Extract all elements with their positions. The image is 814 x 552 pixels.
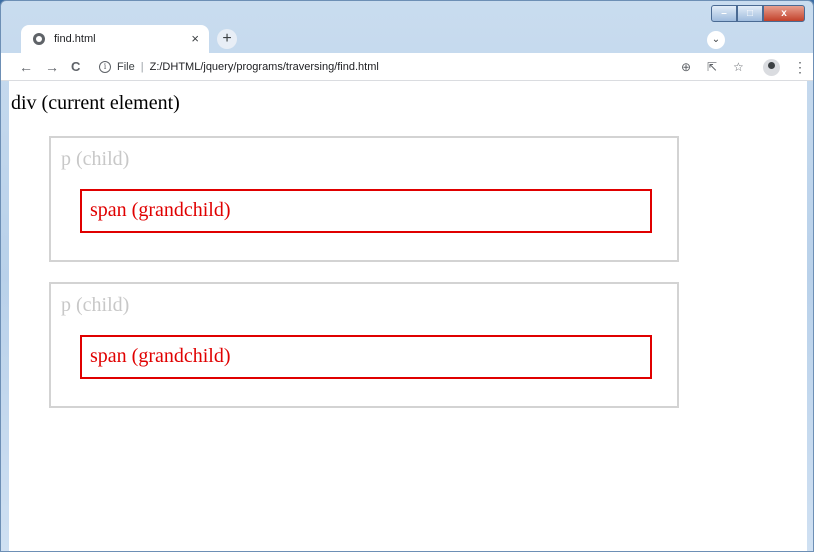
profile-avatar-icon[interactable] (763, 59, 780, 76)
page-viewport: div (current element) p (child) span (gr… (9, 81, 807, 551)
new-tab-button[interactable]: + (217, 29, 237, 49)
div-current-element-label: div (current element) (11, 92, 180, 114)
maximize-button[interactable]: □ (737, 5, 763, 22)
tab-title: find.html (54, 33, 96, 45)
span-grandchild-box-2: span (grandchild) (80, 335, 652, 379)
p-child-label: p (child) (61, 294, 130, 316)
p-child-box-2: p (child) span (grandchild) (49, 282, 679, 408)
browser-window: find.html × + ⌄ – □ x ← → C i File | Z:/… (0, 0, 814, 552)
forward-button[interactable]: → (45, 59, 59, 75)
url-separator: | (140, 61, 144, 73)
title-bar: find.html × + ⌄ – □ x (1, 1, 813, 53)
globe-icon (33, 33, 45, 45)
share-icon[interactable]: ⇱ (707, 59, 717, 75)
reload-button[interactable]: C (71, 59, 80, 75)
close-window-button[interactable]: x (763, 5, 805, 22)
info-icon[interactable]: i (99, 61, 111, 73)
tab-find-html[interactable]: find.html × (21, 25, 209, 53)
browser-toolbar: ← → C i File | Z:/DHTML/jquery/programs/… (1, 53, 813, 81)
p-child-box-1: p (child) span (grandchild) (49, 136, 679, 262)
span-grandchild-box-1: span (grandchild) (80, 189, 652, 233)
tab-search-button[interactable]: ⌄ (707, 31, 725, 49)
zoom-icon[interactable]: ⊕ (681, 59, 691, 75)
minimize-button[interactable]: – (711, 5, 737, 22)
bookmark-star-icon[interactable]: ☆ (733, 59, 744, 75)
kebab-menu-icon[interactable]: ⋮ (793, 59, 807, 75)
back-button[interactable]: ← (19, 59, 33, 75)
window-controls: – □ x (711, 5, 805, 22)
url-scheme: File (117, 61, 135, 73)
tab-close-icon[interactable]: × (191, 31, 199, 47)
address-bar[interactable]: i File | Z:/DHTML/jquery/programs/traver… (99, 58, 379, 76)
p-child-label: p (child) (61, 148, 130, 170)
url-text[interactable]: Z:/DHTML/jquery/programs/traversing/find… (150, 61, 379, 73)
